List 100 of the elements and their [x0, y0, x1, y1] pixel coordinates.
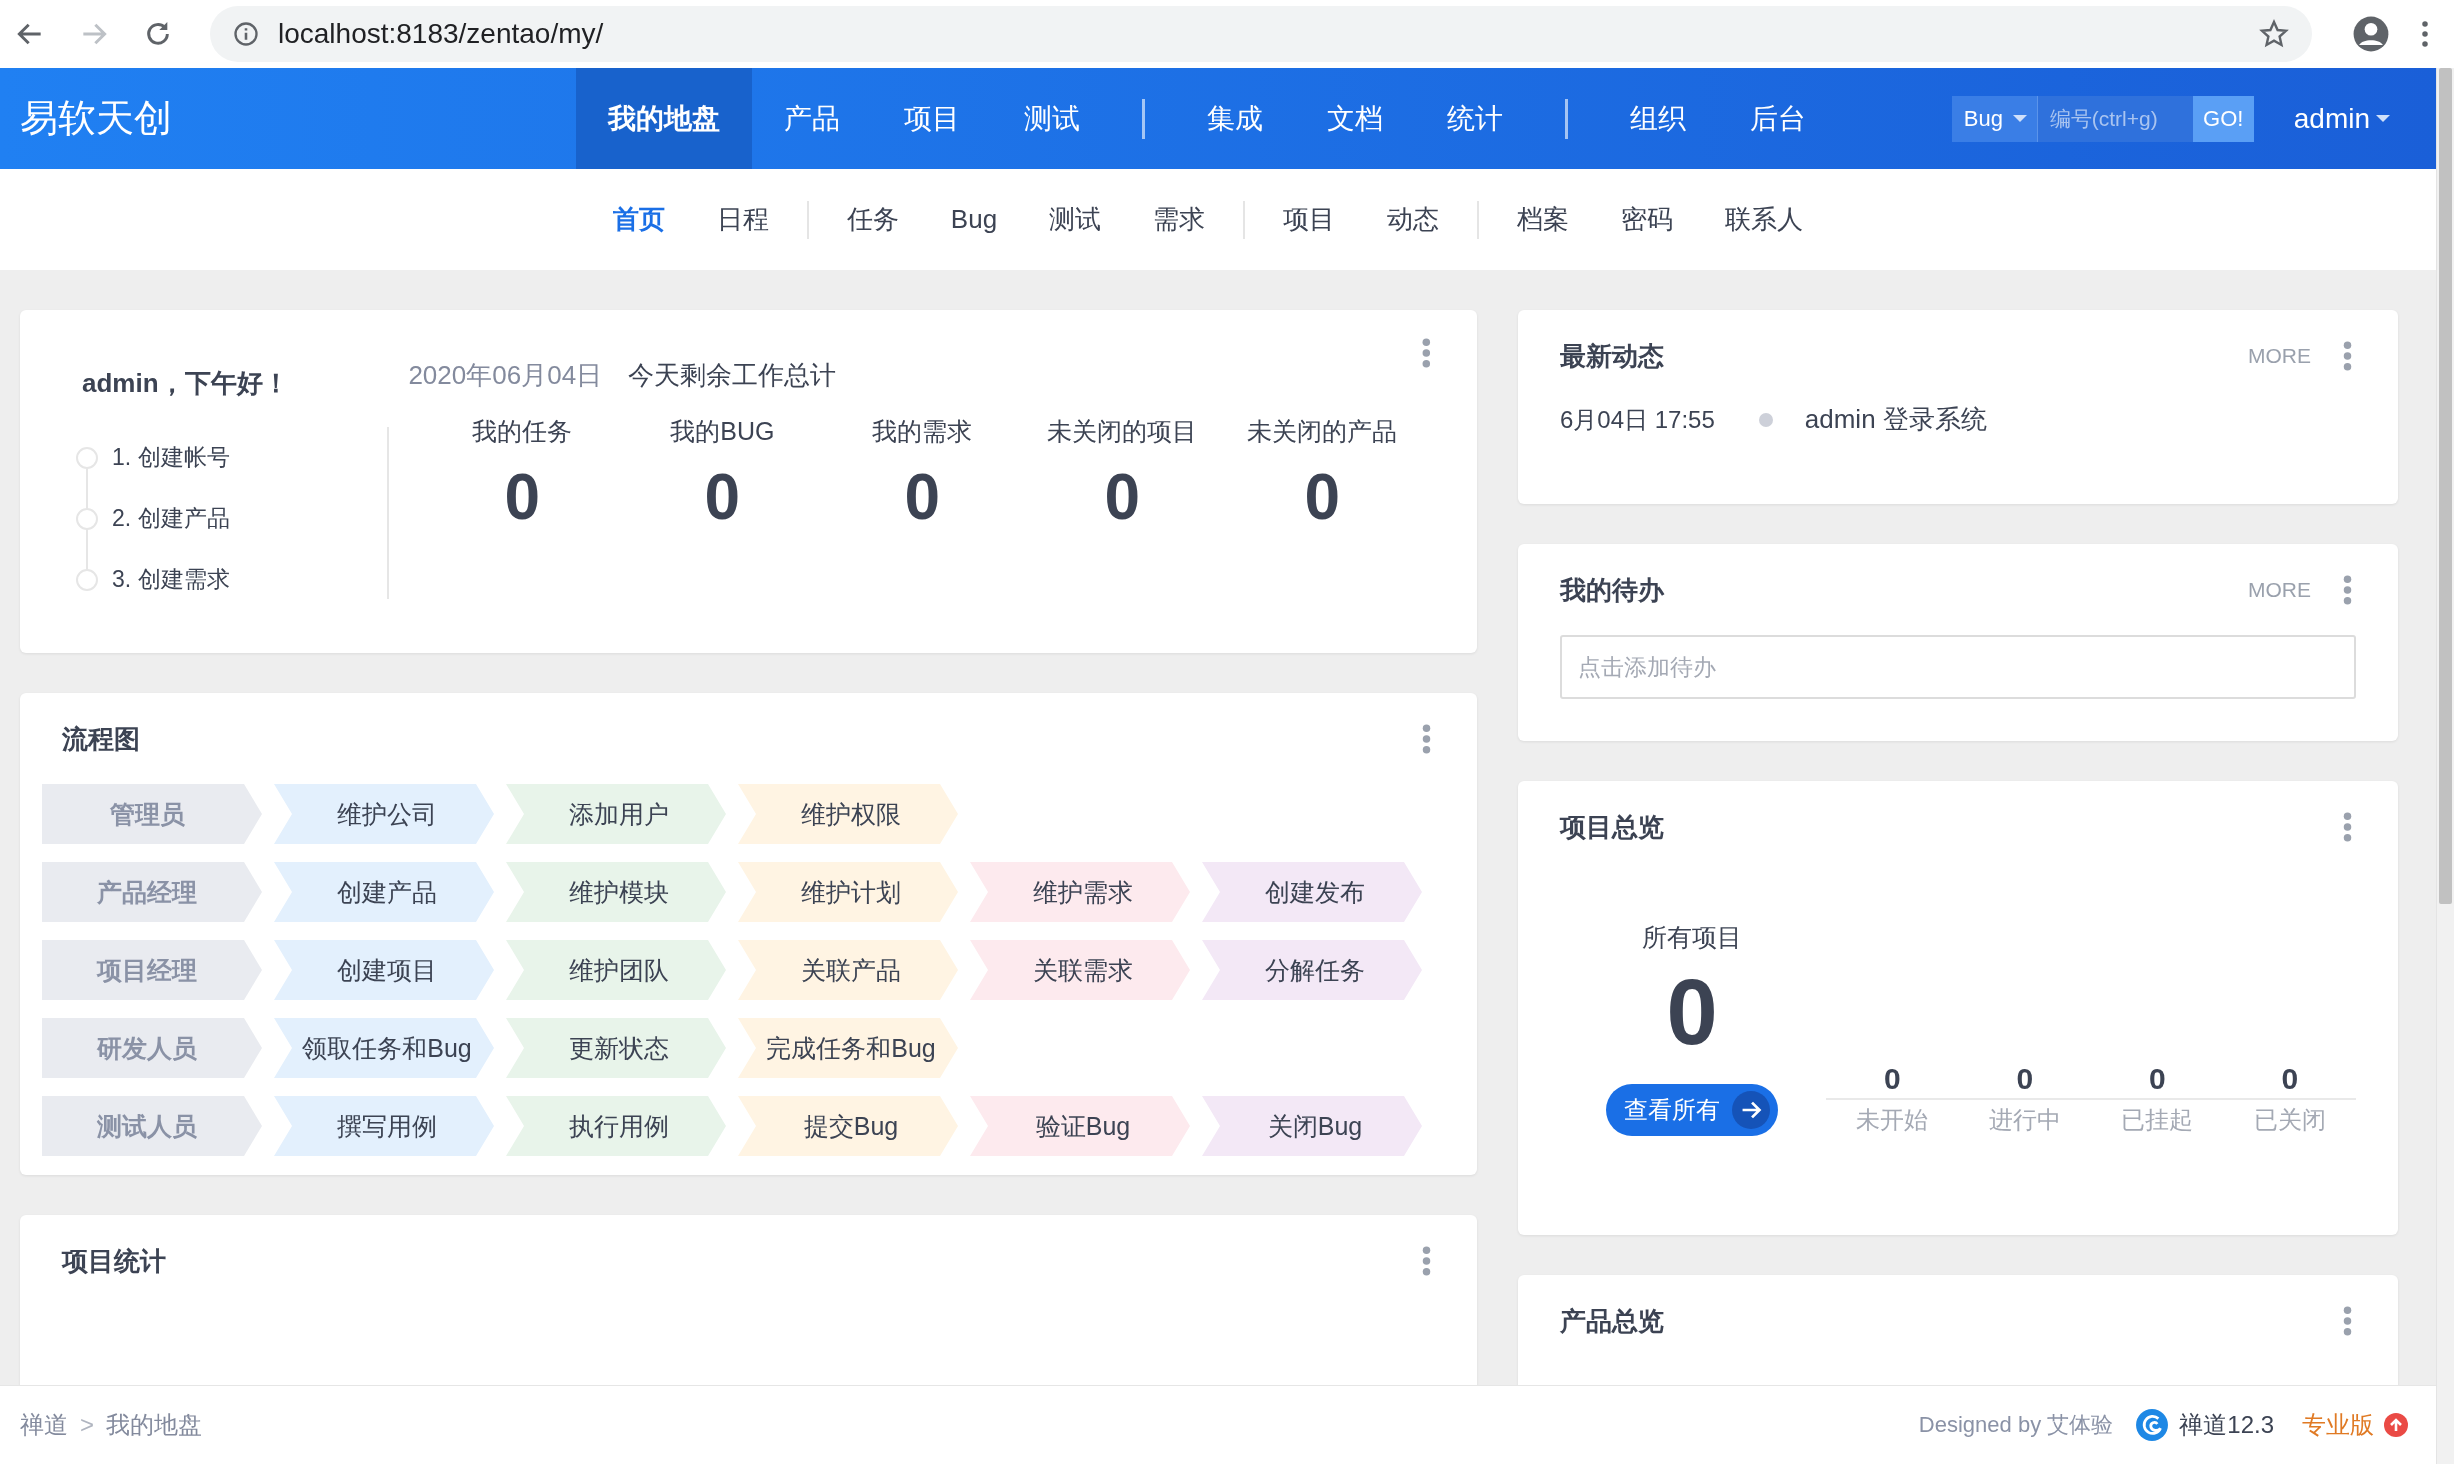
nav-tab[interactable]: 集成: [1175, 68, 1295, 169]
nav-tab[interactable]: 测试: [992, 68, 1112, 169]
stat-value[interactable]: 0: [1304, 460, 1341, 534]
role-chevron: 产品经理: [42, 862, 262, 922]
stat-value[interactable]: 0: [704, 460, 741, 534]
more-options-icon[interactable]: [2343, 341, 2352, 371]
nav-tab[interactable]: 后台: [1718, 68, 1838, 169]
status-label: 已关闭: [2253, 1105, 2326, 1135]
logo-text: 易软天创: [20, 96, 173, 141]
step-chevron[interactable]: 完成任务和Bug: [738, 1018, 958, 1078]
subnav-tab[interactable]: 任务: [820, 202, 925, 237]
status-label: 未开始: [1856, 1105, 1929, 1135]
status-count: 0: [1826, 1062, 1959, 1100]
step-chevron[interactable]: 维护需求: [970, 862, 1190, 922]
subnav-tab[interactable]: 动态: [1361, 202, 1466, 237]
summary-title: 今天剩余工作总计: [628, 359, 837, 392]
account-icon[interactable]: [2352, 15, 2390, 53]
subnav-tab[interactable]: 测试: [1023, 202, 1128, 237]
todo-input-field[interactable]: 点击添加待办: [1560, 635, 2356, 699]
step-chevron[interactable]: 更新状态: [506, 1018, 726, 1078]
stat-label: 我的BUG: [670, 416, 775, 447]
more-options-icon[interactable]: [1422, 1246, 1431, 1276]
step-link[interactable]: 2. 创建产品: [112, 503, 230, 534]
step-chevron[interactable]: 分解任务: [1202, 940, 1422, 1000]
step-chevron[interactable]: 关联需求: [970, 940, 1190, 1000]
subnav-tab[interactable]: 项目: [1257, 202, 1362, 237]
view-all-button[interactable]: 查看所有: [1606, 1084, 1778, 1136]
address-bar[interactable]: localhost:8183/zentao/my/: [210, 6, 2312, 62]
status-count: 0: [1958, 1062, 2091, 1100]
search-field[interactable]: 编号(ctrl+g): [2037, 95, 2193, 142]
stat-value[interactable]: 0: [904, 460, 941, 534]
more-options-icon[interactable]: [2343, 1306, 2352, 1336]
info-icon[interactable]: [232, 20, 260, 48]
upgrade-icon: [2384, 1413, 2408, 1437]
step-chevron[interactable]: 关联产品: [738, 940, 958, 1000]
scrollbar[interactable]: [2436, 68, 2454, 1464]
role-chevron: 项目经理: [42, 940, 262, 1000]
step-chevron[interactable]: 维护模块: [506, 862, 726, 922]
more-options-icon[interactable]: [1422, 724, 1431, 754]
nav-tab[interactable]: 文档: [1295, 68, 1415, 169]
role-chevron: 研发人员: [42, 1018, 262, 1078]
subnav-tab[interactable]: 日程: [690, 202, 795, 237]
stat-value[interactable]: 0: [504, 460, 541, 534]
step-chevron[interactable]: 维护公司: [274, 784, 494, 844]
step-chevron[interactable]: 创建产品: [274, 862, 494, 922]
card-title: 项目统计: [62, 1244, 166, 1278]
role-chevron: 管理员: [42, 784, 262, 844]
more-options-icon[interactable]: [2343, 575, 2352, 605]
step-chevron[interactable]: 维护计划: [738, 862, 958, 922]
bullet-icon: [1758, 412, 1773, 427]
more-options-icon[interactable]: [1422, 338, 1431, 368]
step-link[interactable]: 3. 创建需求: [112, 564, 230, 595]
all-projects-label: 所有项目: [1642, 922, 1742, 953]
step-chevron[interactable]: 关闭Bug: [1202, 1096, 1422, 1156]
subnav-tab[interactable]: 首页: [586, 202, 691, 237]
card-title: 最新动态: [1560, 339, 1664, 373]
activity-text[interactable]: admin 登录系统: [1804, 402, 1987, 437]
step-chevron[interactable]: 维护团队: [506, 940, 726, 1000]
step-chevron[interactable]: 创建项目: [274, 940, 494, 1000]
nav-tab[interactable]: 统计: [1415, 68, 1535, 169]
step-link[interactable]: 1. 创建帐号: [112, 442, 230, 473]
step-chevron[interactable]: 验证Bug: [970, 1096, 1190, 1156]
step-chevron[interactable]: 添加用户: [506, 784, 726, 844]
subnav-tab[interactable]: 密码: [1595, 202, 1700, 237]
subnav-tab[interactable]: 联系人: [1699, 202, 1830, 237]
version-link[interactable]: 禅道12.3: [2179, 1409, 2274, 1441]
nav-tab[interactable]: 我的地盘: [576, 68, 752, 169]
star-icon[interactable]: [2258, 18, 2290, 50]
stat-value[interactable]: 0: [1104, 460, 1141, 534]
breadcrumb-separator: >: [80, 1411, 94, 1439]
nav-tab[interactable]: 产品: [752, 68, 872, 169]
card-title: 产品总览: [1560, 1304, 1664, 1338]
step-chevron[interactable]: 提交Bug: [738, 1096, 958, 1156]
stat-label: 未关闭的产品: [1247, 416, 1398, 447]
step-chevron[interactable]: 撰写用例: [274, 1096, 494, 1156]
role-chevron: 测试人员: [42, 1096, 262, 1156]
step-chevron[interactable]: 领取任务和Bug: [274, 1018, 494, 1078]
subnav-tab[interactable]: 需求: [1127, 202, 1232, 237]
step-chevron[interactable]: 创建发布: [1202, 862, 1422, 922]
card-title: 流程图: [62, 722, 140, 756]
menu-icon[interactable]: [2420, 19, 2430, 49]
status-count: 0: [2223, 1062, 2356, 1100]
card-title: 项目总览: [1560, 810, 1664, 844]
user-menu[interactable]: admin: [2287, 68, 2396, 169]
search-type-dropdown[interactable]: Bug: [1951, 95, 2038, 142]
step-chevron[interactable]: 维护权限: [738, 784, 958, 844]
subnav-tab[interactable]: Bug: [924, 204, 1024, 235]
nav-tab[interactable]: 组织: [1598, 68, 1718, 169]
more-options-icon[interactable]: [2343, 812, 2352, 842]
breadcrumb-link[interactable]: 禅道: [20, 1409, 68, 1441]
stat-label: 我的需求: [872, 416, 973, 447]
subnav-tab[interactable]: 档案: [1491, 202, 1596, 237]
greeting-text: admin，下午好！: [82, 367, 290, 400]
card-title: 我的待办: [1560, 573, 1664, 607]
url-text: localhost:8183/zentao/my/: [278, 18, 605, 50]
status-label: 已挂起: [2121, 1105, 2194, 1135]
step-chevron[interactable]: 执行用例: [506, 1096, 726, 1156]
nav-tab[interactable]: 项目: [872, 68, 992, 169]
stat-label: 未关闭的项目: [1047, 416, 1198, 447]
activity-time: 6月04日 17:55: [1560, 404, 1715, 435]
